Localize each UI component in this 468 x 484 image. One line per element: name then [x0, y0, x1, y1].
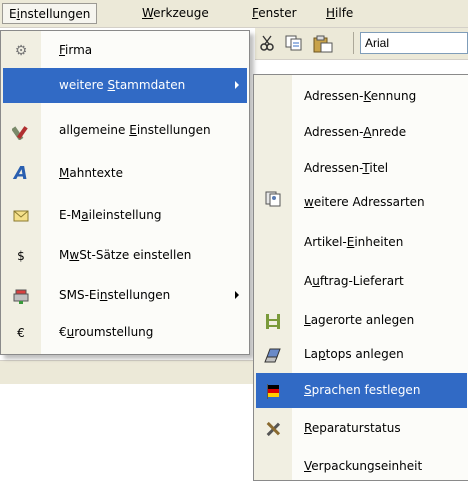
letter-a-icon: A	[14, 163, 28, 184]
submenu-arrow-icon	[235, 81, 239, 89]
repair-tools-icon	[266, 421, 281, 437]
menu-item-label: weitere Adressarten	[304, 195, 425, 209]
menu-item-artikel-einheiten[interactable]: Artikel-Einheiten	[256, 225, 467, 260]
menu-item-label: Mahntexte	[59, 166, 123, 180]
menu-werkzeuge[interactable]: Werkzeuge	[136, 3, 215, 24]
font-name-field[interactable]: Arial	[360, 32, 468, 54]
menu-item-label: Laptops anlegen	[304, 347, 404, 361]
menu-item-adressen-kennung[interactable]: Adressen-Kennung	[256, 79, 467, 114]
menu-item-allgemeine-einstellungen[interactable]: allgemeine Einstellungen	[3, 113, 247, 148]
menu-item-label: weitere Stammdaten	[59, 78, 186, 92]
menu-einstellungen[interactable]: Einstellungen	[2, 3, 98, 24]
menu-item-label: Adressen-Titel	[304, 161, 389, 175]
menu-item-label: MwSt-Sätze einstellen	[59, 248, 192, 262]
menu-hilfe[interactable]: Hilfe	[320, 3, 359, 24]
menu-label-part: ilfe	[335, 6, 354, 20]
tools-icon	[12, 126, 28, 140]
menu-item-laptops-anlegen[interactable]: Laptops anlegen	[256, 337, 467, 372]
menu-accelerator: H	[326, 6, 336, 20]
einstellungen-dropdown: ⚙ Firma weitere Stammdaten allgemeine Ei…	[0, 30, 250, 355]
menu-item-reparaturstatus[interactable]: Reparaturstatus	[256, 411, 467, 446]
shelf-icon	[266, 314, 280, 329]
menu-fenster[interactable]: Fenster	[246, 3, 303, 24]
toolbar: Arial	[255, 28, 468, 60]
submenu-arrow-icon	[235, 291, 239, 299]
menu-item-label: Adressen-Anrede	[304, 125, 407, 139]
toolbar-separator	[353, 32, 354, 54]
cut-icon[interactable]	[259, 35, 275, 51]
menu-item-e-maileinstellung[interactable]: E-Maileinstellung	[3, 198, 247, 233]
menu-item-label: SMS-Einstellungen	[59, 288, 171, 302]
menu-item-label: Adressen-Kennung	[304, 89, 417, 103]
menu-item-verpackungseinheit[interactable]: Verpackungseinheit	[256, 449, 467, 484]
address-cards-icon	[265, 191, 281, 207]
menu-item-firma[interactable]: ⚙ Firma	[3, 33, 247, 68]
euro-icon: €	[17, 326, 25, 340]
german-flag-icon	[267, 384, 279, 399]
menu-item-adressen-anrede[interactable]: Adressen-Anrede	[256, 115, 467, 150]
menu-item-label: Reparaturstatus	[304, 421, 401, 435]
menu-accelerator: W	[142, 6, 154, 20]
menu-item-label: Firma	[59, 43, 93, 57]
menu-item-weitere-adressarten[interactable]: weitere Adressarten	[256, 185, 467, 220]
menu-item-auftrag-lieferart[interactable]: Auftrag-Lieferart	[256, 264, 467, 299]
menu-item-label: Lagerorte anlegen	[304, 313, 415, 327]
laptop-icon	[264, 348, 281, 363]
menu-item-weitere-stammdaten[interactable]: weitere Stammdaten	[3, 68, 247, 103]
dollar-icon: $	[17, 249, 25, 263]
menu-item-adressen-titel[interactable]: Adressen-Titel	[256, 151, 467, 186]
menu-item-label: Sprachen festlegen	[304, 383, 421, 397]
menu-item-lagerorte-anlegen[interactable]: Lagerorte anlegen	[256, 303, 467, 338]
gear-icon: ⚙	[14, 43, 28, 59]
menu-item-label: €uroumstellung	[59, 325, 154, 339]
menu-item-label: Auftrag-Lieferart	[304, 274, 404, 288]
menu-item-label: Artikel-Einheiten	[304, 235, 404, 249]
menu-item-sprachen-festlegen[interactable]: Sprachen festlegen	[256, 373, 467, 408]
menu-item-sms-einstellungen[interactable]: SMS-Einstellungen	[3, 278, 247, 313]
menu-item-mwst-saetze[interactable]: $ MwSt-Sätze einstellen	[3, 238, 247, 273]
phone-icon	[13, 289, 29, 304]
menu-item-label: E-Maileinstellung	[59, 208, 162, 222]
menu-label-part: E	[9, 7, 17, 21]
envelope-icon	[13, 210, 29, 222]
menu-label-part: erkzeuge	[153, 6, 209, 20]
paste-icon[interactable]	[313, 35, 333, 53]
menu-item-mahntexte[interactable]: A Mahntexte	[3, 156, 247, 191]
menu-item-label: Verpackungseinheit	[304, 459, 423, 473]
menu-item-label: allgemeine Einstellungen	[59, 123, 211, 137]
window-background	[0, 360, 255, 384]
copy-icon[interactable]	[285, 35, 303, 51]
stammdaten-submenu: Adressen-Kennung Adressen-Anrede Adresse…	[253, 74, 468, 481]
menu-label-part: enster	[258, 6, 297, 20]
menu-item-euroumstellung[interactable]: € €uroumstellung	[3, 315, 247, 350]
menu-bar: Einstellungen Werkzeuge Fenster Hilfe	[0, 0, 468, 28]
menu-label-part: nstellungen	[19, 7, 91, 21]
